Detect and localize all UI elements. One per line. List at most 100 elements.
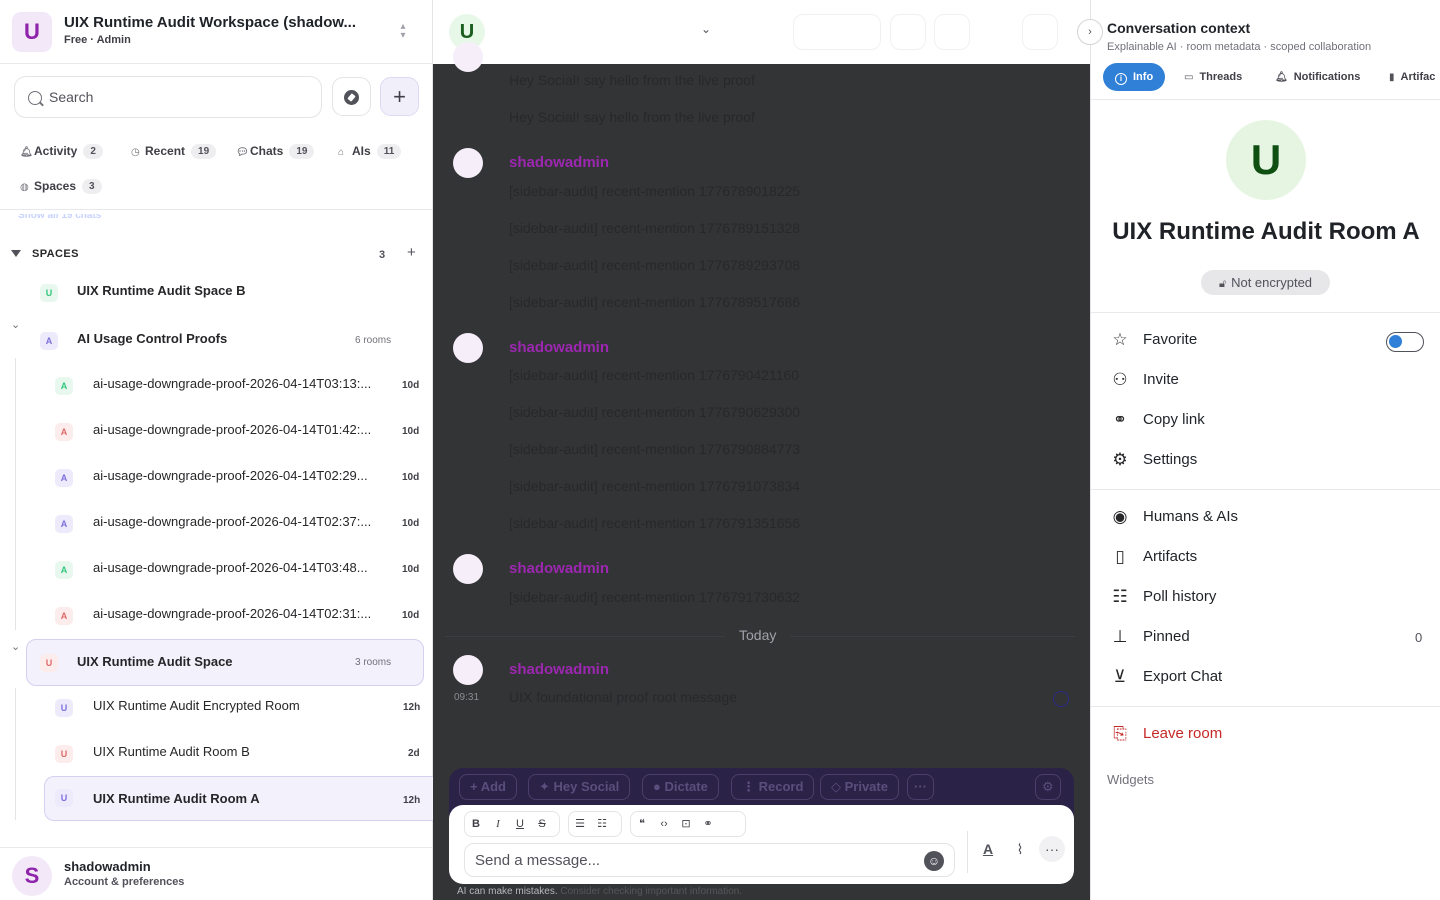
add-space-icon[interactable]: + [407,244,416,261]
globe-icon: ◍ [20,182,29,193]
room-time: 12h [403,795,421,806]
workspace-plan: Free · Admin [64,34,131,46]
filter-activity[interactable]: 🔔︎Activity 2 [20,140,103,162]
humans-ais-row[interactable]: ◉ Humans & AIs [1091,498,1440,538]
header-action-button[interactable] [1022,14,1058,50]
filter-chats[interactable]: 💬︎Chats 19 [236,140,315,162]
export-chat-row[interactable]: ⊻ Export Chat [1091,658,1440,698]
menu-label: Copy link [1143,411,1205,428]
room-item[interactable]: A ai-usage-downgrade-proof-2026-04-14T01… [44,411,429,451]
underline-button[interactable]: U [509,812,531,836]
workspace-switcher[interactable]: U UIX Runtime Audit Workspace (shadow...… [0,0,432,64]
copy-link-row[interactable]: ⚭ Copy link [1091,401,1440,441]
record-button[interactable]: ⋮ Record [731,774,815,800]
chevron-down-icon[interactable]: ⌄ [11,318,20,331]
room-item[interactable]: A ai-usage-downgrade-proof-2026-04-14T03… [44,365,429,405]
sender-avatar[interactable] [453,333,483,363]
hey-social-button[interactable]: ✦ Hey Social [528,774,631,800]
gear-icon: ⚙ [1042,779,1054,794]
private-button[interactable]: ◇ Private [820,774,899,800]
room-item[interactable]: A ai-usage-downgrade-proof-2026-04-14T02… [44,457,429,497]
room-item[interactable]: U UIX Runtime Audit Encrypted Room 12h [44,687,429,727]
space-item[interactable]: A AI Usage Control Proofs 6 rooms [26,320,424,360]
attachment-icon[interactable]: ⌇ [1007,836,1033,862]
text-format-icon[interactable]: A [975,836,1001,862]
room-name: UIX Runtime Audit Encrypted Room [93,698,300,713]
collapse-panel-button[interactable]: › [1077,19,1103,45]
header-action-button[interactable] [934,14,970,50]
quote-icon[interactable]: ❝ [631,812,653,836]
sender-name[interactable]: shadowadmin [509,339,609,356]
message-text: [sidebar-audit] recent-mention 177679088… [509,441,801,457]
room-time: 10d [402,564,420,575]
filter-ais[interactable]: ⌂ AIs 11 [338,140,402,162]
account-menu[interactable]: S shadowadmin Account & preferences [0,847,432,900]
message-text: [sidebar-audit] recent-mention 177679042… [509,367,800,383]
disclaimer-hint: Consider checking important information. [560,886,743,897]
room-item[interactable]: A ai-usage-downgrade-proof-2026-04-14T02… [44,595,429,635]
add-button[interactable]: + Add [459,774,517,800]
room-name: ai-usage-downgrade-proof-2026-04-14T01:4… [93,422,372,437]
sender-avatar[interactable] [453,655,483,685]
strikethrough-button[interactable]: S [531,812,553,836]
message-text: [sidebar-audit] recent-mention 177678915… [509,220,801,236]
leave-room-row[interactable]: ⎘ Leave room [1091,715,1440,755]
italic-button[interactable]: I [487,812,509,836]
favorite-row[interactable]: ☆ Favorite [1091,321,1440,361]
space-item-selected[interactable]: U UIX Runtime Audit Space 3 rooms [26,639,424,686]
room-item-selected[interactable]: U UIX Runtime Audit Room A 12h [44,776,436,821]
header-action-button[interactable] [793,14,881,50]
artifacts-row[interactable]: ▯ Artifacts [1091,538,1440,578]
space-avatar: U [40,284,58,302]
new-chat-button[interactable]: + [380,77,419,116]
tab-info[interactable]: i Info [1103,63,1166,91]
sender-name[interactable]: shadowadmin [509,154,609,171]
search-input[interactable]: Search [14,76,322,118]
bold-button[interactable]: B [465,812,487,836]
composer-settings-button[interactable]: ⚙ [1035,774,1061,800]
emoji-icon[interactable]: ☺ [924,851,944,871]
chevron-down-icon[interactable]: ⌄ [701,22,711,36]
sender-name[interactable]: shadowadmin [509,560,609,577]
message-input[interactable]: Send a message... ☺ [464,843,955,877]
collapse-triangle-icon[interactable] [11,250,21,257]
room-item[interactable]: A ai-usage-downgrade-proof-2026-04-14T03… [44,549,429,589]
spaces-section-header[interactable]: SPACES 3 + [0,244,432,266]
room-item[interactable]: A ai-usage-downgrade-proof-2026-04-14T02… [44,503,429,543]
disclaimer-lead: AI can make mistakes. [457,886,558,897]
tab-notifications[interactable]: 🔔︎ Notifications [1275,63,1360,91]
sender-name[interactable]: shadowadmin [509,661,609,678]
more-options-button[interactable]: ··· [907,774,934,800]
code-block-icon[interactable]: ⊡ [675,812,697,836]
filter-spaces[interactable]: ◍ Spaces 3 [20,175,102,197]
poll-history-row[interactable]: ☷ Poll history [1091,578,1440,618]
encryption-label: Not encrypted [1231,275,1313,290]
room-item[interactable]: U UIX Runtime Audit Room B 2d [44,733,429,773]
show-all-chats-link[interactable]: Show all 19 chats [18,214,101,222]
tab-threads[interactable]: ▭ Threads [1184,63,1242,91]
sender-avatar[interactable] [453,148,483,178]
settings-row[interactable]: ⚙ Settings [1091,441,1440,481]
more-icon[interactable]: ··· [1039,836,1065,862]
chevron-down-icon[interactable]: ⌄ [11,640,20,653]
link-icon[interactable]: ⚭ [697,812,719,836]
room-avatar: A [55,423,73,441]
bell-icon: 🔔︎ [1275,72,1288,83]
favorite-toggle[interactable] [1386,332,1424,352]
chevron-updown-icon[interactable]: ▴ ▾ [396,22,410,42]
numbered-list-icon[interactable]: ☷ [591,812,613,836]
tab-artifacts[interactable]: ▮ Artifac [1389,63,1435,91]
dictate-button[interactable]: ● Dictate [642,774,719,800]
invite-row[interactable]: ⚇ Invite [1091,361,1440,401]
menu-label: Favorite [1143,331,1198,348]
pinned-row[interactable]: ⊥ Pinned 0 [1091,618,1440,658]
space-item[interactable]: U UIX Runtime Audit Space B [26,272,424,312]
explore-button[interactable] [332,77,371,116]
hey-social-label: Hey Social [553,779,620,794]
header-action-button[interactable] [890,14,926,50]
bullet-list-icon[interactable]: ☰ [569,812,591,836]
sender-avatar[interactable] [453,554,483,584]
code-icon[interactable]: ‹› [653,812,675,836]
unlocked-icon: 🔓︎ [1218,278,1227,290]
filter-recent[interactable]: ◷ Recent 19 [131,140,217,162]
